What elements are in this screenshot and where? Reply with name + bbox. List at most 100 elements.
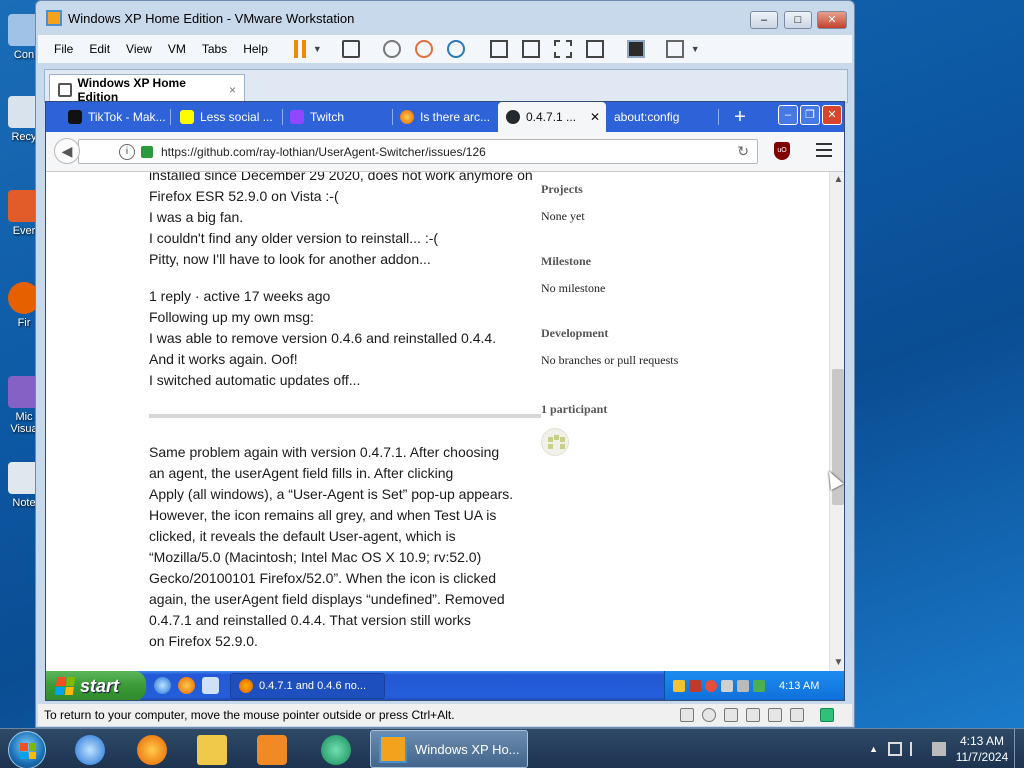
folder-icon [197,735,227,765]
vmware-app-icon [46,10,62,26]
library-view-icon[interactable] [489,40,508,58]
show-hidden-icons-icon[interactable]: ▲ [869,744,878,754]
firefox-icon [239,679,253,693]
thumbnail-view-icon[interactable] [521,40,540,58]
update-icon[interactable] [753,680,765,692]
revert-snapshot-icon[interactable] [414,40,433,58]
url-bar[interactable]: i https://github.com/ray-lothian/UserAge… [78,139,758,164]
windows-flag-icon [54,677,76,695]
guest-display[interactable]: TikTok - Mak... Less social ... Twitch I… [45,101,845,701]
xp-task-firefox[interactable]: 0.4.7.1 and 0.4.6 no... [230,673,385,699]
network-icon[interactable] [724,708,738,722]
taskbar-explorer[interactable] [186,732,238,768]
security-alert-icon[interactable] [705,680,717,692]
volume-icon[interactable] [737,680,749,692]
guest-minimize-button[interactable]: – [778,105,798,125]
firefox-icon[interactable] [178,677,195,694]
ublock-origin-icon[interactable]: uO [774,142,790,160]
vm-tab[interactable]: Windows XP Home Edition × [49,74,245,104]
xp-clock[interactable]: 4:13 AM [779,680,819,692]
hamburger-menu-icon[interactable] [816,143,832,157]
full-screen-icon[interactable] [553,40,572,58]
page-scrollbar[interactable]: ▲ ▼ [829,172,844,671]
snapshot-manager-icon[interactable] [446,40,465,58]
menu-tabs[interactable]: Tabs [194,42,235,56]
tab-label: Is there arc... [420,110,491,124]
show-desktop-icon[interactable] [202,677,219,694]
taskbar-firefox[interactable] [126,732,178,768]
menu-vm[interactable]: VM [160,42,194,56]
comment-line: installed since December 29 2020, does n… [149,172,533,183]
taskbar-vmware[interactable]: Windows XP Ho... [370,730,528,768]
snapshot-icon[interactable] [382,40,401,58]
chevron-down-icon[interactable]: ▼ [691,44,700,54]
tab-close-icon[interactable]: ✕ [590,110,600,124]
vmware-titlebar[interactable]: Windows XP Home Edition - VMware Worksta… [36,1,854,35]
menu-view[interactable]: View [118,42,160,56]
stretch-guest-icon[interactable] [665,40,684,58]
pause-icon[interactable] [293,40,306,58]
info-icon[interactable]: i [119,143,135,160]
guest-close-button[interactable]: ✕ [822,105,842,125]
comment-line: Pitty, now I'll have to look for another… [149,251,431,267]
avatar[interactable] [541,428,569,456]
maximize-button[interactable]: □ [784,11,812,29]
vm-icon [58,82,72,97]
tab-twitch[interactable]: Twitch [282,102,390,132]
display-icon[interactable] [790,708,804,722]
minimize-button[interactable]: – [750,11,778,29]
twitch-icon [290,110,304,124]
new-tab-button[interactable]: + [726,102,754,132]
tray-app-icon[interactable] [673,680,685,692]
shield-icon[interactable] [689,680,701,692]
menu-help[interactable]: Help [235,42,276,56]
sound-icon[interactable] [768,708,782,722]
windows-start-button[interactable] [8,731,46,768]
sidebar-projects-title[interactable]: Projects [541,182,821,197]
scroll-down-icon[interactable]: ▼ [830,655,844,671]
sidebar-development-title[interactable]: Development [541,326,821,341]
tab-firefox-support[interactable]: Is there arc... [392,102,496,132]
scroll-up-icon[interactable]: ▲ [830,172,844,188]
printer-icon[interactable] [746,708,760,722]
send-ctrl-alt-del-icon[interactable] [341,40,360,58]
network-icon[interactable] [888,742,902,756]
taskbar-internet-explorer[interactable] [64,732,116,768]
vm-tab-close-icon[interactable]: × [229,83,236,97]
unity-icon[interactable] [585,40,604,58]
sidebar-milestone-title[interactable]: Milestone [541,254,821,269]
host-clock[interactable]: 4:13 AM 11/7/2024 [950,733,1014,765]
menu-file[interactable]: File [46,42,81,56]
internet-explorer-icon[interactable] [154,677,171,694]
tab-tiktok[interactable]: TikTok - Mak... [60,102,168,132]
message-log-icon[interactable] [820,708,834,722]
guest-restore-button[interactable]: ❐ [800,105,820,125]
vmware-statusbar: To return to your computer, move the mou… [38,704,852,726]
tab-label: about:config [614,110,680,124]
reply-meta[interactable]: 1 reply · active 17 weeks ago [149,286,541,307]
console-view-icon[interactable] [626,40,645,58]
taskbar-app[interactable] [310,732,362,768]
tab-github-issue[interactable]: 0.4.7.1 ... ✕ [498,102,606,132]
reply-line: I was able to remove version 0.4.6 and r… [149,330,497,346]
sidebar-participants-title: 1 participant [541,402,608,416]
action-center-flag-icon[interactable] [910,742,924,756]
vmware-title: Windows XP Home Edition - VMware Worksta… [68,10,355,26]
cd-rom-icon[interactable] [702,708,716,722]
url-text[interactable]: https://github.com/ray-lothian/UserAgent… [161,145,486,159]
close-button[interactable]: ✕ [817,11,847,29]
tab-snapchat[interactable]: Less social ... [172,102,280,132]
comment-line: Firefox ESR 52.9.0 on Vista :-( [149,188,339,204]
back-button[interactable]: ◀ [54,138,80,164]
show-desktop-button[interactable] [1014,729,1024,768]
firefox-navbar: i https://github.com/ray-lothian/UserAge… [46,132,844,172]
chevron-down-icon[interactable]: ▼ [313,44,322,54]
taskbar-media-player[interactable] [246,732,298,768]
menu-edit[interactable]: Edit [81,42,118,56]
tab-about-config[interactable]: about:config [606,102,718,132]
xp-start-button[interactable]: start [46,671,146,700]
reload-icon[interactable]: ↻ [737,143,749,160]
volume-muted-icon[interactable] [932,742,946,756]
hard-disk-icon[interactable] [680,708,694,722]
network-icon[interactable] [721,680,733,692]
